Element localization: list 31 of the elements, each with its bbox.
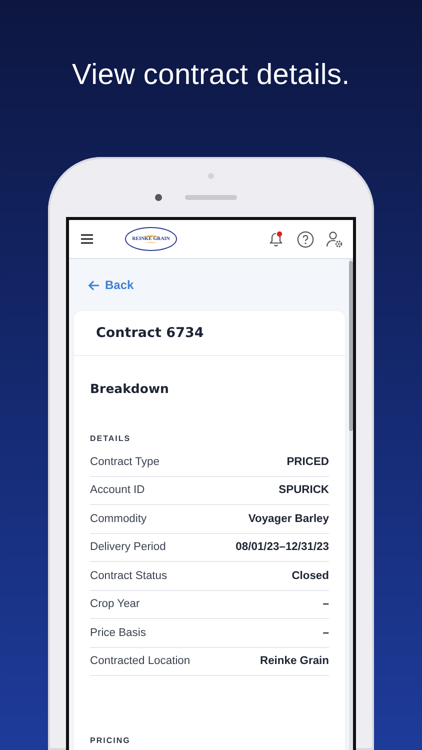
field-label: Crop Year [90,598,140,610]
menu-icon[interactable] [81,234,93,244]
field-value: – [322,626,329,639]
field-label: Account ID [90,484,145,496]
headline: View contract details. [72,59,350,92]
camera-icon [155,194,162,201]
field-label: Delivery Period [90,541,166,554]
group-heading: DETAILS [90,433,132,445]
section-title: Breakdown [90,380,170,398]
scrollbar[interactable] [349,259,353,750]
field-label: Commodity [90,512,147,525]
field-label: Contract Status [90,570,168,582]
field-value: – [322,598,329,610]
back-arrow-icon [88,280,100,290]
back-link[interactable]: Back [74,259,140,311]
group-heading: PRICING [90,735,132,747]
field-value: Voyager Barley [248,512,329,525]
field-value: SPURICK [278,484,329,496]
field-value: PRICED [286,456,329,468]
bell-icon[interactable] [269,231,283,247]
field-value: Reinke Grain [260,655,329,668]
sensor-icon [208,173,214,179]
field-value: 08/01/23–12/31/23 [236,541,329,554]
help-icon[interactable] [297,230,314,248]
user-settings-icon[interactable] [326,230,343,248]
field-label: Contract Type [90,456,160,468]
speaker-grille [185,195,237,200]
field-label: Contracted Location [90,655,190,668]
field-label: Price Basis [90,626,146,639]
field-value: Closed [292,570,329,582]
contract-title: Contract 6734 [74,311,345,356]
